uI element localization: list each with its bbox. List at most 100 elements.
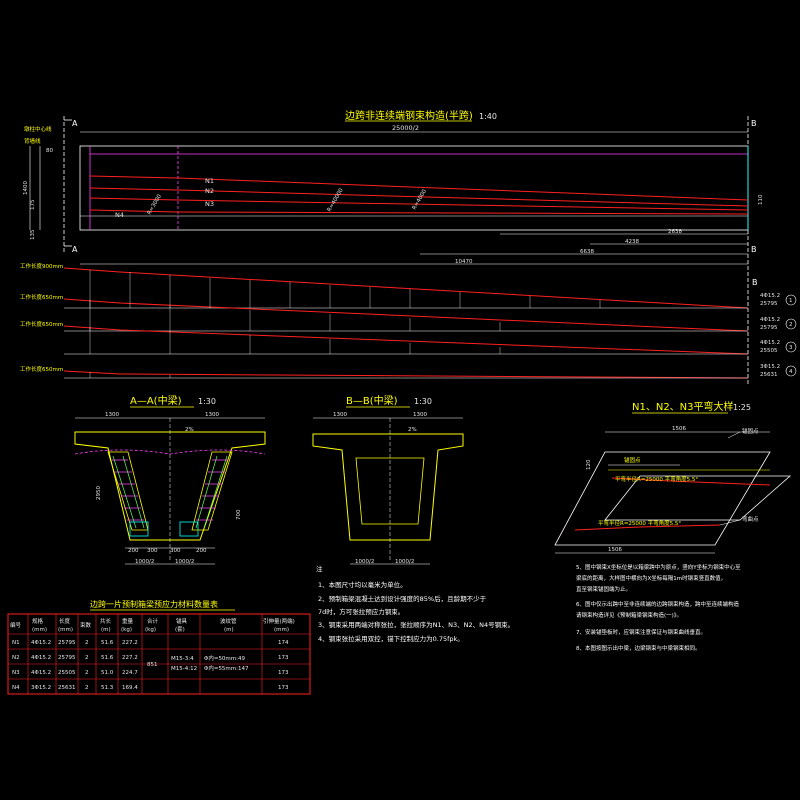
profile-spec-2: 4Φ15.2	[760, 317, 780, 323]
section-aa-bot-2: 300	[147, 548, 158, 554]
marker-b-mid: B	[751, 245, 757, 254]
th-0: 编号	[10, 621, 22, 629]
profile-len-3: 25505	[760, 348, 778, 354]
td-r1-c5: 227.2	[122, 655, 138, 661]
td-r3-c0: N4	[12, 685, 20, 691]
detail-dim-left: 120	[586, 459, 592, 470]
tendon-label-n4: N4	[115, 211, 124, 219]
dim-total-height: 1400	[23, 181, 29, 195]
td-total: 851	[147, 662, 158, 668]
td-r1-c4: 51.6	[101, 655, 114, 661]
note-1: 1、本图尺寸均以毫米为单位。	[318, 580, 407, 589]
td-r3-c3: 2	[85, 685, 89, 691]
detail-title: N1、N2、N3平弯大样	[632, 400, 734, 413]
section-bb-scale: 1:30	[414, 397, 432, 406]
dim-110: 110	[758, 194, 764, 205]
section-aa-bot-1: 200	[128, 548, 139, 554]
label-pier-centerline: 墩柱中心线	[24, 125, 52, 133]
th-2: 长度	[59, 617, 71, 625]
profile-len-1: 25795	[760, 301, 778, 307]
radius-label-3: R=4000	[412, 188, 429, 211]
th-7u: (套)	[175, 625, 185, 633]
th-6u: (kg)	[145, 627, 156, 633]
td-r0-c4: 51.6	[101, 640, 114, 646]
profile-num-1: 1	[789, 298, 793, 304]
td-r1-c2: 25795	[58, 655, 76, 661]
tendon-label-n2: N2	[205, 187, 214, 195]
section-aa-half-2: 1000/2	[175, 559, 194, 565]
dim-2638: 2638	[668, 229, 682, 235]
section-aa-w1: 1300	[105, 412, 119, 418]
section-bb-title: B—B(中梁)	[346, 394, 398, 407]
td-r1-c9: 173	[278, 655, 289, 661]
th-1: 规格	[32, 617, 44, 625]
note-5: 5、图中钢束X坐标位是以箱梁跨中为原点，竖向Y坐标为钢束中心至	[576, 563, 741, 571]
profile-spec-3: 4Φ15.2	[760, 340, 780, 346]
profile-len-4: 25631	[760, 372, 778, 378]
td-r0-c1: 4Φ15.2	[31, 640, 51, 646]
td-r3-c9: 173	[278, 685, 289, 691]
note-5c: 直至钢束锚固端为止。	[576, 585, 631, 593]
note-5b: 梁底的距离，大样图中横向为X坐标每隔1m时钢束竖直数值，	[576, 574, 726, 582]
td-anchor-1: M15-3:4	[171, 656, 194, 662]
profile-num-4: 4	[789, 369, 793, 375]
detail-anchor-label: 锚固点	[624, 456, 641, 464]
table-title: 边跨一片预制箱梁预应力材料数量表	[90, 599, 218, 609]
detail-dim-top: 1506	[672, 426, 686, 432]
th-3: 束数	[80, 621, 92, 629]
section-bb: B—B(中梁) 1:30 1300 1300 2% 1000/2 1000/2	[312, 394, 464, 565]
td-anchor-2: M15-4:12	[171, 666, 197, 672]
td-r0-c5: 227.2	[122, 640, 138, 646]
note-2: 2、预制箱梁混凝土达到设计强度的85%后，且龄期不少于	[318, 594, 487, 603]
main-scale: 1:40	[479, 112, 497, 121]
td-r3-c2: 25631	[58, 685, 76, 691]
profile-tendon-1	[63, 267, 749, 309]
dim-10470: 10470	[455, 259, 473, 265]
td-r2-c9: 173	[278, 670, 289, 676]
td-r2-c1: 4Φ15.2	[31, 670, 51, 676]
td-r0-c2: 25795	[58, 640, 76, 646]
detail-bending: N1、N2、N3平弯大样 1:25 1506 120 锚固点 平弯半径R=250…	[554, 400, 792, 554]
drawing-canvas: 边跨非连续端钢束构造(半跨) 1:40 A A B B 墩柱中心线 背墙线 25…	[7, 109, 797, 695]
detail-arc-label: 平弯半径R=25000 平弯角度5.5°	[615, 475, 698, 483]
td-duct-2: Φ内=55mm:147	[204, 664, 249, 672]
td-r2-c2: 25505	[58, 670, 76, 676]
td-r0-c0: N1	[12, 640, 20, 646]
th-2u: (mm)	[58, 627, 73, 633]
label-backwall: 背墙线	[24, 137, 41, 145]
td-r0-c3: 2	[85, 640, 89, 646]
section-bb-w2: 1300	[413, 412, 427, 418]
section-aa-scale: 1:30	[198, 397, 216, 406]
dim-6638: 6638	[580, 249, 594, 255]
detail-scale: 1:25	[733, 403, 751, 412]
td-r0-c9: 174	[278, 640, 289, 646]
marker-a-bottom: A	[72, 245, 78, 254]
th-9u: (mm)	[274, 627, 289, 633]
radius-label-2: R=40000	[327, 187, 345, 213]
profile-num-2: 2	[789, 322, 793, 328]
section-bb-half-1: 1000/2	[355, 559, 374, 565]
marker-b-top: B	[751, 119, 757, 128]
section-aa-title: A—A(中梁)	[130, 394, 182, 407]
note-8: 8、本图按图示出中梁，边梁钢束与中梁钢束相同。	[576, 644, 701, 652]
dim-4238: 4238	[625, 239, 639, 245]
th-5: 重量	[122, 617, 134, 625]
th-9: 引伸量(两端)	[263, 617, 295, 625]
section-aa-h1: 2950	[96, 486, 102, 500]
profile-tendon-2	[63, 298, 749, 332]
tendon-label-n1: N1	[205, 177, 214, 185]
section-aa-bot-4: 200	[196, 548, 207, 554]
td-r3-c5: 169.4	[122, 685, 138, 691]
td-r1-c0: N2	[12, 655, 20, 661]
section-aa-h2: 700	[236, 509, 242, 520]
radius-label-1: R=3000	[147, 193, 164, 216]
th-5u: (kg)	[121, 627, 132, 633]
profile-num-3: 3	[789, 345, 793, 351]
profile-spec-4: 3Φ15.2	[760, 364, 780, 370]
dim-80: 80	[46, 148, 53, 154]
profile-tendon-4	[63, 370, 749, 379]
notes-title: 注	[316, 564, 323, 573]
note-7: 7、安装锚垫板时，应钢束注意保证与钢束曲线垂直。	[576, 628, 706, 636]
tendon-n4	[89, 209, 749, 215]
td-r1-c1: 4Φ15.2	[31, 655, 51, 661]
